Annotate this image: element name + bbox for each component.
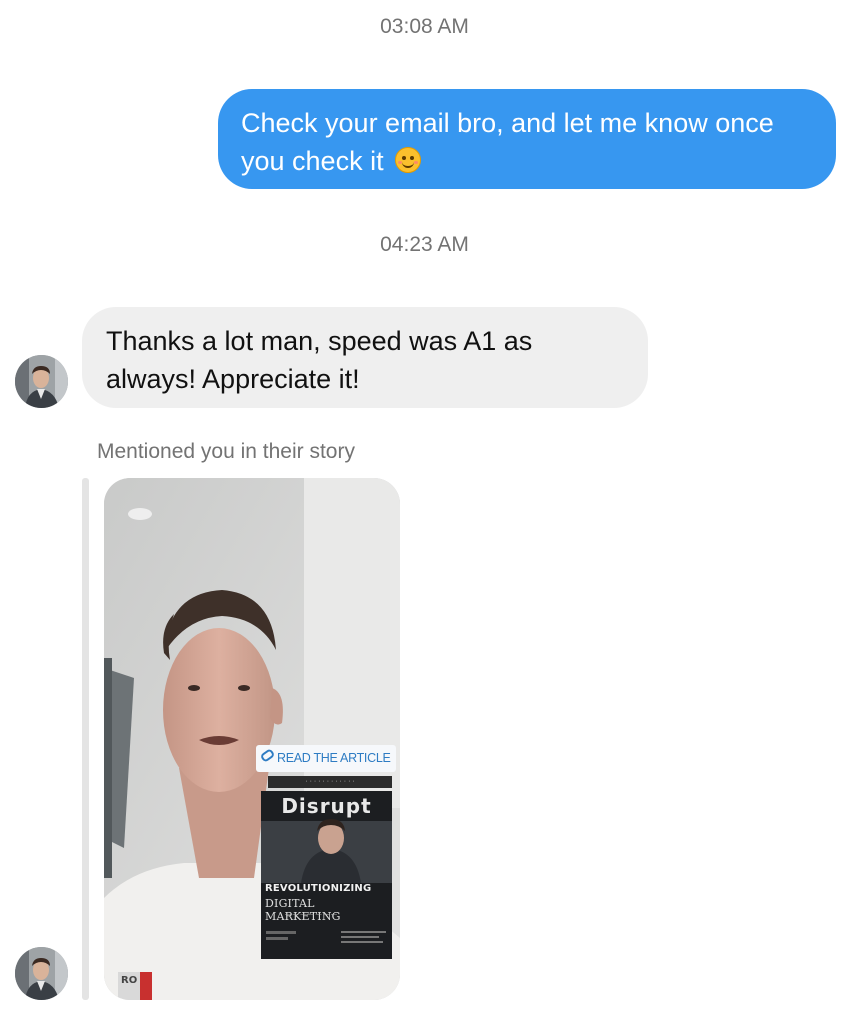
sender-avatar[interactable] <box>15 355 68 408</box>
avatar-photo <box>15 947 68 1000</box>
shirt-logo: RO <box>118 972 152 1000</box>
magazine-cover: Disrupt REVOLUTIONIZING DIGITAL MARKETIN… <box>261 791 392 959</box>
magazine-byline: — — — — — — — <box>285 912 338 918</box>
magazine-title: Disrupt <box>281 794 372 818</box>
message-text-line: Check your email bro, and let me know on… <box>241 108 774 138</box>
story-mention-caption: Mentioned you in their story <box>97 440 355 463</box>
message-text-line: Thanks a lot man, speed was A1 as <box>106 326 533 356</box>
avatar-photo <box>15 355 68 408</box>
outgoing-message-bubble[interactable]: Check your email bro, and let me know on… <box>218 89 836 189</box>
magazine-subheader: · · · · · · · · · · · · <box>268 776 392 788</box>
timestamp: 04:23 AM <box>380 233 469 256</box>
smiling-face-emoji-icon <box>395 147 422 173</box>
sender-avatar[interactable] <box>15 947 68 1000</box>
reply-rail <box>82 478 89 1000</box>
read-article-label: READ THE ARTICLE <box>277 751 391 765</box>
story-preview[interactable]: READ THE ARTICLE · · · · · · · · · · · ·… <box>104 478 400 1000</box>
message-thread: 03:08 AM Check your email bro, and let m… <box>0 0 849 1015</box>
incoming-message-bubble[interactable]: Thanks a lot man, speed was A1 as always… <box>82 307 648 408</box>
read-article-sticker[interactable]: READ THE ARTICLE <box>256 745 396 772</box>
message-text-line: you check it <box>241 146 384 176</box>
link-icon <box>259 748 276 763</box>
message-text-line: always! Appreciate it! <box>106 364 360 394</box>
magazine-headline: DIGITAL MARKETING <box>265 897 341 923</box>
magazine-headline: REVOLUTIONIZING <box>265 883 372 894</box>
timestamp: 03:08 AM <box>380 15 469 38</box>
shirt-logo-text: RO <box>121 975 138 986</box>
